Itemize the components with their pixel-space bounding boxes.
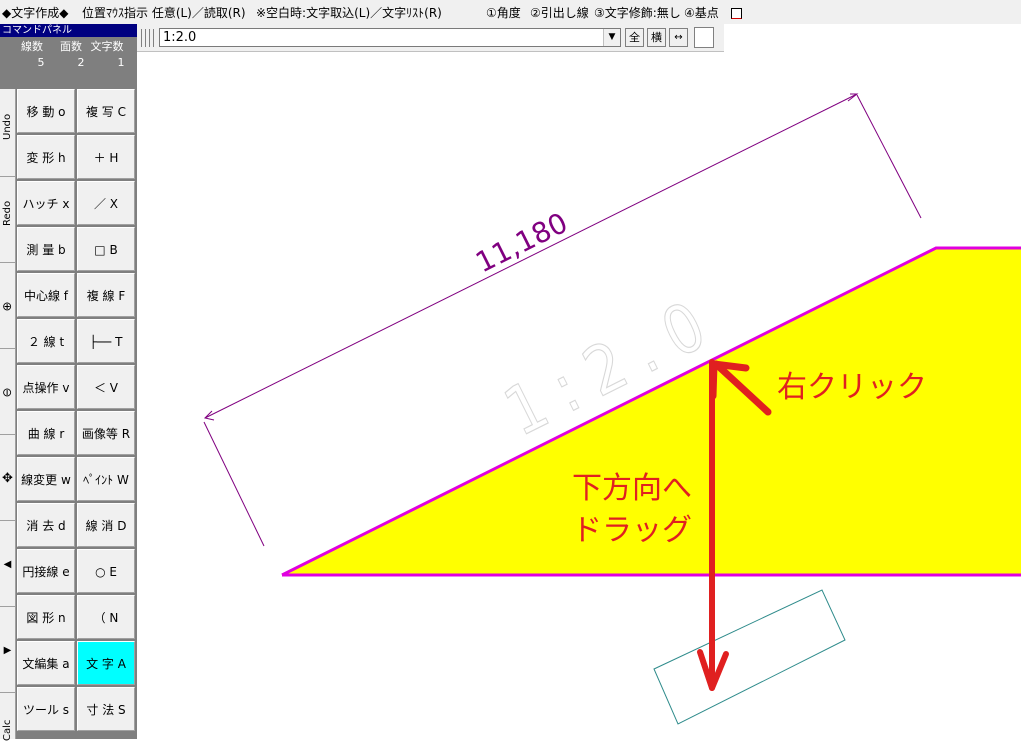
text-input-value[interactable]: 1:2.0 (163, 29, 196, 47)
spacing-button[interactable]: ↔ (669, 28, 688, 47)
command-button-9[interactable]: 複 線 F (77, 273, 135, 317)
chevron-down-icon[interactable]: ▼ (603, 29, 620, 46)
option-angle[interactable]: ①角度 (486, 0, 521, 26)
undo-tab[interactable]: Undo (0, 89, 15, 177)
face-count-value: 2 (77, 56, 85, 69)
command-panel: コマンドパネル 線数 面数 文字数 5 2 1 Undo Redo ⊕ ⊖ ✥ … (0, 24, 137, 741)
status-hint-blank: ※空白時:文字取込(L)／文字ﾘｽﾄ(R) (256, 6, 442, 20)
command-button-3[interactable]: ＋ H (77, 135, 135, 179)
undo-label: Undo (2, 113, 13, 140)
drawing-svg[interactable]: 11,180 1:2.0 右クリック 下方向へ ドラッグ (137, 51, 1021, 739)
command-button-2[interactable]: 変 形 h (17, 135, 75, 179)
drawing-canvas[interactable]: 11,180 1:2.0 右クリック 下方向へ ドラッグ (137, 51, 1021, 739)
option-text-decoration[interactable]: ③文字修飾:無し (594, 0, 681, 26)
zoom-out-icon: ⊖ (0, 387, 14, 398)
command-button-0[interactable]: 移 動 o (17, 89, 75, 133)
horizontal-button[interactable]: 横 (647, 28, 666, 47)
line-count-value: 5 (37, 56, 45, 69)
status-mode: ◆文字作成◆ (2, 6, 69, 20)
zoom-in-tab[interactable]: ⊕ (0, 263, 15, 349)
command-button-23[interactable]: （ N (77, 595, 135, 639)
option-leader-line[interactable]: ②引出し線 (530, 0, 589, 26)
status-hint: 位置ﾏｳｽ指示 任意(L)／読取(R) (82, 6, 246, 20)
command-button-27[interactable]: 寸 法 S (77, 687, 135, 731)
command-button-1[interactable]: 複 写 C (77, 89, 135, 133)
command-button-22[interactable]: 図 形 n (17, 595, 75, 639)
line-count-label: 線数 (21, 40, 43, 53)
text-count-value: 1 (117, 56, 125, 69)
command-button-5[interactable]: ／ X (77, 181, 135, 225)
color-swatch[interactable] (694, 27, 714, 48)
right-click-label: 右クリック (777, 370, 927, 405)
status-bar: ◆文字作成◆ 位置ﾏｳｽ指示 任意(L)／読取(R) ※空白時:文字取込(L)／… (0, 0, 1021, 24)
command-button-21[interactable]: ○ E (77, 549, 135, 593)
command-button-15[interactable]: 画像等 R (77, 411, 135, 455)
option-base-point[interactable]: ④基点 (684, 0, 719, 26)
panel-title: コマンドパネル (0, 24, 137, 37)
command-button-14[interactable]: 曲 線 r (17, 411, 75, 455)
move-icon: ✥ (2, 471, 13, 486)
command-button-26[interactable]: ツール s (17, 687, 75, 731)
previous-tab[interactable]: ◀ (0, 521, 15, 607)
text-count-label: 文字数 (90, 40, 124, 53)
command-button-8[interactable]: 中心線 f (17, 273, 75, 317)
command-button-17[interactable]: ﾍﾟｲﾝﾄ W (77, 457, 135, 501)
drag-label-line2: ドラッグ (572, 513, 692, 548)
command-button-4[interactable]: ハッチ x (17, 181, 75, 225)
all-button[interactable]: 全 (625, 28, 644, 47)
drag-label-line1: 下方向へ (572, 471, 692, 506)
arrow-left-icon: ◀ (3, 559, 12, 570)
command-button-11[interactable]: ├── T (77, 319, 135, 363)
command-button-6[interactable]: 測 量 b (17, 227, 75, 271)
command-button-19[interactable]: 線 消 D (77, 503, 135, 547)
redo-label: Redo (2, 200, 13, 226)
command-button-7[interactable]: □ B (77, 227, 135, 271)
arrow-right-icon: ▶ (3, 645, 12, 656)
next-tab[interactable]: ▶ (0, 607, 15, 693)
text-toolbar: 1:2.0 ▼ 全 横 ↔ (137, 24, 724, 52)
extension-line-left[interactable] (203, 421, 265, 547)
command-button-16[interactable]: 線変更 w (17, 457, 75, 501)
command-button-12[interactable]: 点操作 v (17, 365, 75, 409)
zoom-in-icon: ⊕ (0, 301, 14, 312)
face-count-label: 面数 (60, 40, 82, 53)
command-button-24[interactable]: 文編集 a (17, 641, 75, 685)
text-preview-box (653, 589, 846, 725)
command-button-10[interactable]: ２ 線 t (17, 319, 75, 363)
command-button-20[interactable]: 円接線 e (17, 549, 75, 593)
side-tab-strip: Undo Redo ⊕ ⊖ ✥ ◀ ▶ Calc (0, 89, 16, 741)
dimension-text[interactable]: 11,180 (470, 206, 572, 279)
calc-tab[interactable]: Calc (0, 693, 15, 741)
command-button-18[interactable]: 消 去 d (17, 503, 75, 547)
pan-tab[interactable]: ✥ (0, 435, 15, 521)
extension-line-right[interactable] (856, 94, 922, 219)
zoom-out-tab[interactable]: ⊖ (0, 349, 15, 435)
text-input-combobox[interactable]: 1:2.0 ▼ (159, 28, 621, 47)
base-point-icon[interactable] (731, 8, 742, 19)
toolbar-grip-icon[interactable] (141, 29, 155, 47)
command-button-25[interactable]: 文 字 A (77, 641, 135, 685)
redo-tab[interactable]: Redo (0, 177, 15, 263)
command-button-13[interactable]: ＜ V (77, 365, 135, 409)
